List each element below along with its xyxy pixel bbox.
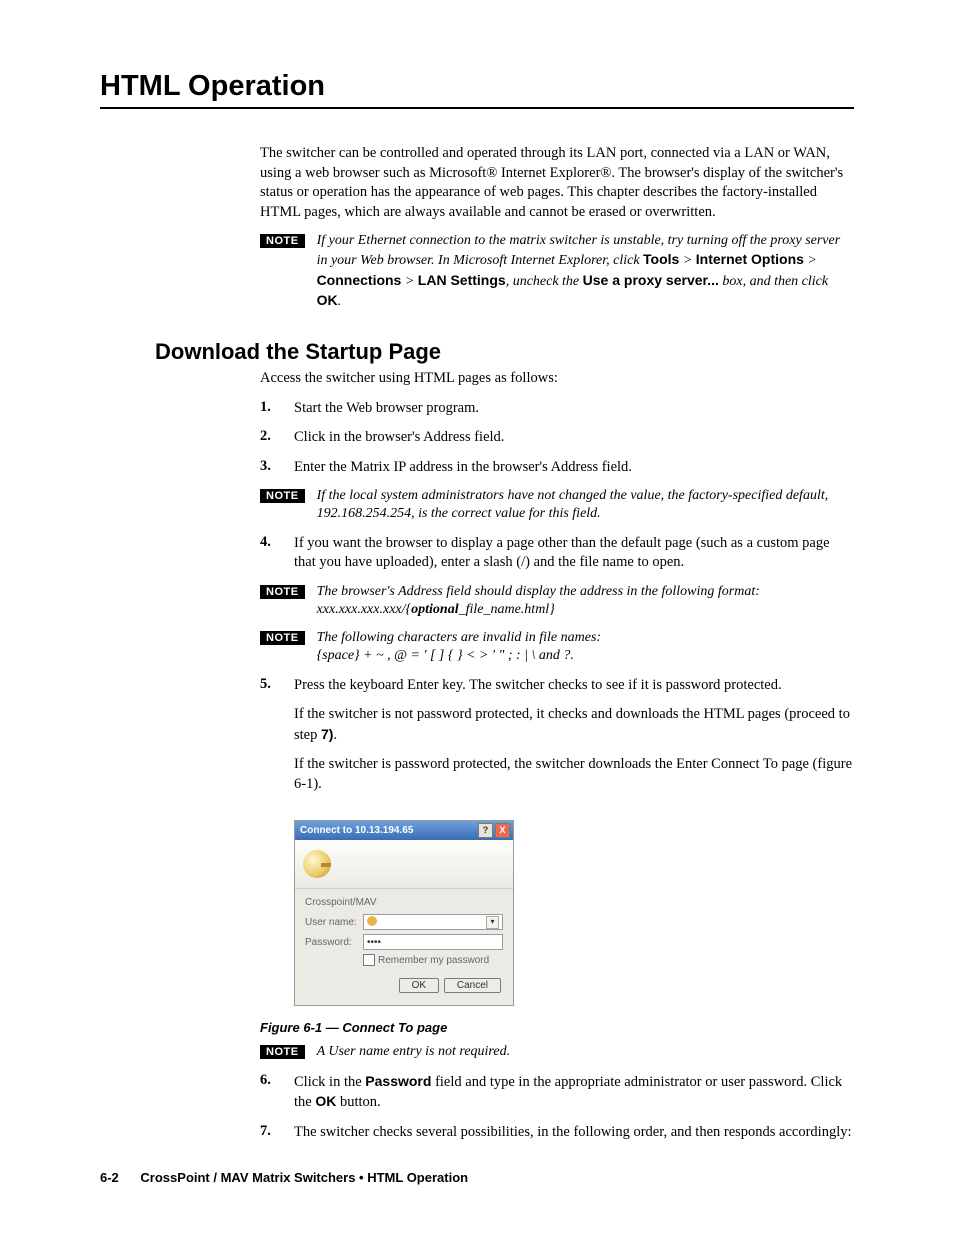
note-text-segment: _file_name.html} xyxy=(459,602,555,617)
note-text-line: The following characters are invalid in … xyxy=(317,630,602,645)
button-ref-ok: OK xyxy=(315,1093,336,1109)
step-4: 4. If you want the browser to display a … xyxy=(260,534,854,573)
remember-checkbox[interactable] xyxy=(363,954,375,966)
menu-path-lan-settings: LAN Settings xyxy=(418,272,506,288)
section-intro: Access the switcher using HTML pages as … xyxy=(260,369,854,389)
password-row: Password: •••• xyxy=(305,934,503,950)
note-text-segment: , uncheck the xyxy=(506,274,583,289)
password-value: •••• xyxy=(367,937,381,948)
section-intro-text: Access the switcher using HTML pages as … xyxy=(260,369,854,389)
step-text-segment: If the switcher is not password protecte… xyxy=(294,706,850,743)
step-6: 6. Click in the Password field and type … xyxy=(260,1072,854,1113)
chevron-down-icon[interactable]: ▾ xyxy=(486,916,499,929)
note-username-optional-text: A User name entry is not required. xyxy=(317,1043,511,1061)
document-page: HTML Operation The switcher can be contr… xyxy=(0,0,954,1225)
step-text: Click in the Password field and type in … xyxy=(294,1072,854,1113)
button-ref-ok: OK xyxy=(317,292,338,308)
intro-paragraph: The switcher can be controlled and opera… xyxy=(260,144,854,222)
step-paragraph: If the switcher is password protected, t… xyxy=(294,755,854,794)
note-address-format-text: The browser's Address field should displ… xyxy=(317,583,854,619)
placeholder-optional: optional xyxy=(411,602,458,617)
note-text-line: {space} + ~ , @ = ' [ ] { } < > ' " ; : … xyxy=(317,648,574,663)
close-button[interactable]: X xyxy=(495,823,510,838)
step-text: Start the Web browser program. xyxy=(294,399,854,419)
note-address-format: NOTE The browser's Address field should … xyxy=(260,583,854,619)
note-badge: NOTE xyxy=(260,1045,305,1059)
note-proxy-text: If your Ethernet connection to the matri… xyxy=(317,232,854,311)
help-button[interactable]: ? xyxy=(478,823,493,838)
dialog-titlebar: Connect to 10.13.194.65 ? X xyxy=(295,821,513,840)
step-number: 4. xyxy=(260,534,294,573)
dialog-header xyxy=(295,840,513,889)
dialog-buttons: OK Cancel xyxy=(305,978,503,995)
connect-to-dialog: Connect to 10.13.194.65 ? X Crosspoint/M… xyxy=(294,820,514,1006)
note-default-ip: NOTE If the local system administrators … xyxy=(260,487,854,523)
step-text: Press the keyboard Enter key. The switch… xyxy=(294,676,854,805)
step-number: 3. xyxy=(260,458,294,478)
step-3: 3. Enter the Matrix IP address in the br… xyxy=(260,458,854,478)
note-proxy: NOTE If your Ethernet connection to the … xyxy=(260,232,854,311)
note-username-optional: NOTE A User name entry is not required. xyxy=(260,1043,854,1061)
step-5: 5. Press the keyboard Enter key. The swi… xyxy=(260,676,854,805)
step-text-segment: . xyxy=(333,727,337,743)
cancel-button[interactable]: Cancel xyxy=(444,978,501,993)
step-number: 5. xyxy=(260,676,294,805)
step-text-segment: Click in the xyxy=(294,1074,365,1090)
menu-path-tools: Tools xyxy=(643,251,679,267)
steps-list: 1. Start the Web browser program. 2. Cli… xyxy=(260,399,854,478)
step-text: Click in the browser's Address field. xyxy=(294,428,854,448)
remember-label: Remember my password xyxy=(378,955,489,966)
password-input[interactable]: •••• xyxy=(363,934,503,950)
menu-path-internet-options: Internet Options xyxy=(696,251,804,267)
ok-button[interactable]: OK xyxy=(399,978,439,993)
step-text: If you want the browser to display a pag… xyxy=(294,534,854,573)
chapter-title: HTML Operation xyxy=(100,70,854,103)
page-number: 6-2 xyxy=(100,1170,119,1185)
menu-path-connections: Connections xyxy=(317,272,402,288)
option-use-proxy: Use a proxy server... xyxy=(583,272,719,288)
note-badge: NOTE xyxy=(260,234,305,248)
note-text-segment: box, and then click xyxy=(719,274,828,289)
step-ref: 7) xyxy=(321,726,333,742)
step-number: 6. xyxy=(260,1072,294,1113)
step-text-segment: button. xyxy=(336,1094,380,1110)
dialog-title: Connect to 10.13.194.65 xyxy=(300,825,413,836)
step-number: 7. xyxy=(260,1123,294,1143)
remember-row: Remember my password xyxy=(363,954,503,966)
intro-text: The switcher can be controlled and opera… xyxy=(260,144,854,222)
username-row: User name: ▾ xyxy=(305,914,503,930)
figure-connect-to: Connect to 10.13.194.65 ? X Crosspoint/M… xyxy=(294,820,854,1006)
note-invalid-chars: NOTE The following characters are invali… xyxy=(260,629,854,665)
note-default-ip-text: If the local system administrators have … xyxy=(317,487,854,523)
note-invalid-chars-text: The following characters are invalid in … xyxy=(317,629,602,665)
note-badge: NOTE xyxy=(260,585,305,599)
step-text: The switcher checks several possibilitie… xyxy=(294,1123,854,1143)
steps-list-cont3: 6. Click in the Password field and type … xyxy=(260,1072,854,1143)
section-heading: Download the Startup Page xyxy=(155,339,854,365)
step-number: 2. xyxy=(260,428,294,448)
step-paragraph: If the switcher is not password protecte… xyxy=(294,705,854,745)
page-footer: 6-2 CrossPoint / MAV Matrix Switchers • … xyxy=(100,1170,854,1185)
step-2: 2. Click in the browser's Address field. xyxy=(260,428,854,448)
key-icon xyxy=(303,850,331,878)
note-badge: NOTE xyxy=(260,631,305,645)
field-ref-password: Password xyxy=(365,1073,431,1089)
username-input[interactable]: ▾ xyxy=(363,914,503,930)
steps-list-cont2: 5. Press the keyboard Enter key. The swi… xyxy=(260,676,854,805)
title-rule xyxy=(100,107,854,109)
step-text: Enter the Matrix IP address in the brows… xyxy=(294,458,854,478)
steps-list-cont1: 4. If you want the browser to display a … xyxy=(260,534,854,573)
step-paragraph: Press the keyboard Enter key. The switch… xyxy=(294,676,854,696)
realm-label: Crosspoint/MAV xyxy=(305,897,503,908)
username-label: User name: xyxy=(305,917,363,928)
step-1: 1. Start the Web browser program. xyxy=(260,399,854,419)
footer-title: CrossPoint / MAV Matrix Switchers • HTML… xyxy=(140,1170,468,1185)
password-label: Password: xyxy=(305,937,363,948)
note-badge: NOTE xyxy=(260,489,305,503)
figure-caption: Figure 6-1 — Connect To page xyxy=(260,1020,854,1035)
step-7: 7. The switcher checks several possibili… xyxy=(260,1123,854,1143)
user-icon xyxy=(367,916,377,926)
dialog-body: Crosspoint/MAV User name: ▾ Password: ••… xyxy=(295,889,513,1005)
step-number: 1. xyxy=(260,399,294,419)
